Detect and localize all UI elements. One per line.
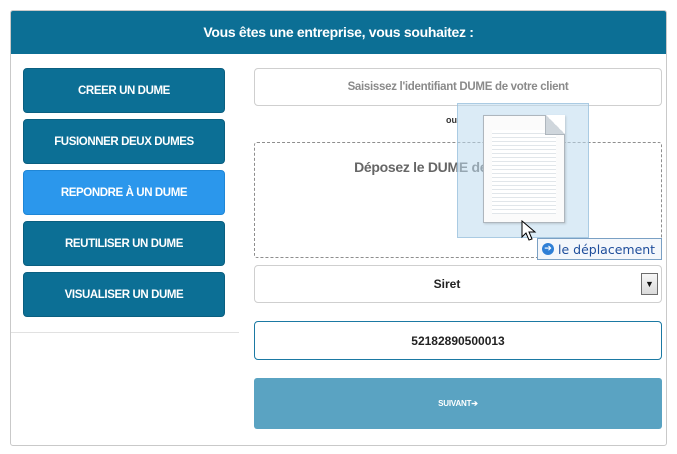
identifier-type-value: Siret [433,277,461,291]
or-label: ou [446,115,457,125]
left-divider [11,332,239,333]
drag-tooltip-label: le déplacement [558,241,656,257]
drag-ghost [457,103,589,238]
next-button-label: SUIVANT [438,399,472,408]
dume-id-input[interactable]: Saisissez l'identifiant DUME de votre cl… [254,68,662,106]
reuse-dume-button[interactable]: REUTILISER UN DUME [23,221,225,266]
document-icon [483,115,565,223]
identifier-type-select[interactable]: Siret ▼ [254,265,662,303]
next-button[interactable]: SUIVANT ➔ [254,378,662,429]
drag-tooltip: ➔ le déplacement [537,238,663,260]
arrow-right-icon: ➔ [542,243,554,255]
panel-header: Vous êtes une entreprise, vous souhaitez… [11,11,666,54]
create-dume-button[interactable]: CREER UN DUME [23,68,225,113]
respond-dume-button[interactable]: REPONDRE À UN DUME [23,170,225,215]
siret-input[interactable]: 52182890500013 [254,321,662,360]
merge-dumes-button[interactable]: FUSIONNER DEUX DUMES [23,119,225,164]
view-dume-button[interactable]: VISUALISER UN DUME [23,272,225,317]
dropdown-arrow-icon[interactable]: ▼ [641,273,658,295]
arrow-right-icon: ➔ [471,399,478,408]
mouse-cursor-icon [521,220,537,241]
